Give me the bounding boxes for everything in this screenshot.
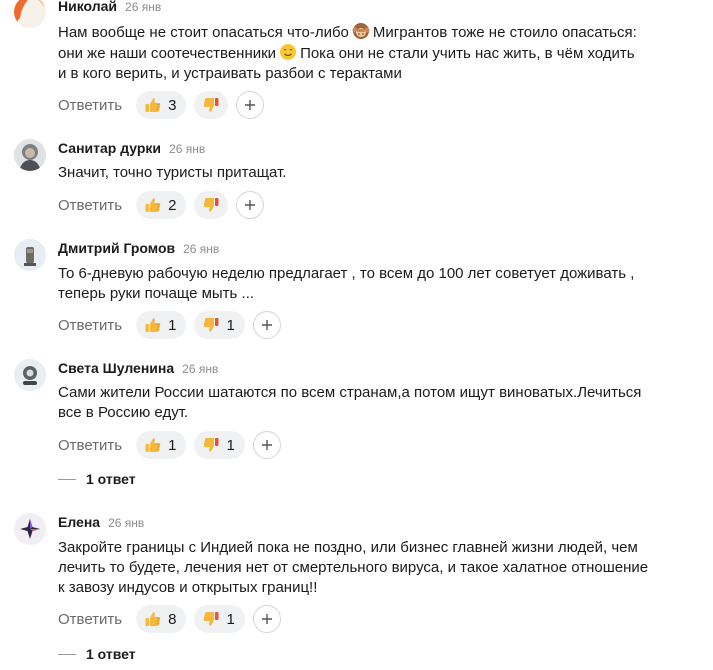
comment-text: Закройте границы с Индией пока не поздно…	[58, 538, 708, 598]
text-segment: теперь руки почаще мыть ...	[58, 285, 255, 302]
comment-date: 26 янв	[125, 0, 162, 14]
reply-button[interactable]: Ответить	[58, 97, 122, 114]
reply-button[interactable]: Ответить	[58, 197, 122, 214]
text-segment: Сами жители России шатаются по всем стра…	[58, 384, 642, 401]
reply-button[interactable]: Ответить	[58, 611, 122, 628]
avatar[interactable]	[14, 513, 46, 545]
dislike-button[interactable]	[194, 191, 229, 219]
thumbs-down-icon	[204, 98, 219, 112]
plus-icon	[261, 440, 272, 450]
plus-icon	[245, 200, 256, 210]
text-segment: и в кого верить, и устраивать разбои с т…	[58, 65, 402, 82]
dislike-button[interactable]: 1	[194, 311, 245, 339]
thumbs-up-icon	[145, 438, 161, 452]
add-reaction-button[interactable]	[252, 311, 281, 339]
comment-date: 26 янв	[183, 242, 220, 256]
text-segment: они же наши соотечественники	[58, 45, 277, 62]
thumbs-up-icon	[145, 198, 161, 212]
add-reaction-button[interactable]	[252, 605, 281, 633]
comment-date: 26 янв	[169, 142, 206, 156]
author-line: Света Шуленина 26 янв	[58, 360, 218, 380]
replies-toggle[interactable]: 1 ответ	[58, 644, 136, 664]
add-reaction-button[interactable]	[236, 191, 265, 219]
author-name[interactable]: Елена	[58, 514, 100, 530]
avatar[interactable]	[14, 239, 46, 271]
plus-icon	[261, 614, 272, 624]
thumbs-down-icon	[204, 438, 219, 452]
like-button[interactable]: 2	[136, 191, 187, 219]
text-segment: Закройте границы с Индией пока не поздно…	[58, 539, 638, 556]
like-count: 1	[168, 436, 177, 454]
dislike-count: 1	[226, 610, 235, 628]
thumbs-up-icon	[145, 98, 161, 112]
reply-button[interactable]: Ответить	[58, 317, 122, 334]
comment-actions: Ответить 2	[58, 191, 265, 219]
text-segment: лечить то будете, лечения нет от смертел…	[58, 559, 649, 576]
author-line: Николай 26 янв	[58, 0, 161, 18]
dislike-count: 1	[226, 436, 235, 454]
like-count: 2	[168, 196, 177, 214]
dislike-count: 1	[226, 316, 235, 334]
replies-dash	[58, 653, 76, 655]
author-name[interactable]: Света Шуленина	[58, 360, 174, 376]
avatar-image	[14, 139, 46, 171]
replies-count: 1 ответ	[86, 646, 136, 662]
reply-button[interactable]: Ответить	[58, 437, 122, 454]
thumbs-up-icon	[145, 612, 161, 626]
plus-icon	[245, 100, 256, 110]
like-count: 3	[168, 96, 177, 114]
thumbs-up-icon	[145, 318, 161, 332]
text-segment: Значит, точно туристы притащат.	[58, 164, 287, 181]
author-line: Елена 26 янв	[58, 514, 144, 534]
like-button[interactable]: 1	[136, 431, 187, 459]
comment-actions: Ответить 8 1	[58, 605, 281, 633]
like-button[interactable]: 8	[136, 605, 187, 633]
add-reaction-button[interactable]	[236, 91, 265, 119]
avatar-image	[14, 239, 46, 271]
comment-date: 26 янв	[182, 362, 219, 376]
like-button[interactable]: 3	[136, 91, 187, 119]
plus-icon	[261, 320, 272, 330]
avatar-image	[14, 0, 46, 28]
thumbs-down-icon	[204, 612, 219, 626]
avatar-image	[14, 359, 46, 391]
author-name[interactable]: Николай	[58, 0, 117, 14]
replies-toggle[interactable]: 1 ответ	[58, 469, 136, 489]
text-segment: Пока они не стали учить нас жить, в чём …	[300, 45, 635, 62]
like-count: 1	[168, 316, 177, 334]
add-reaction-button[interactable]	[252, 431, 281, 459]
author-name[interactable]: Санитар дурки	[58, 140, 161, 156]
monkey-emoji-icon	[352, 22, 370, 40]
comment-text: Значит, точно туристы притащат.	[58, 163, 708, 183]
comment-text: То 6-дневую рабочую неделю предлагает , …	[58, 264, 708, 304]
replies-dash	[58, 478, 76, 480]
avatar[interactable]	[14, 359, 46, 391]
comment-actions: Ответить 1 1	[58, 431, 281, 459]
comment-text: Сами жители России шатаются по всем стра…	[58, 383, 708, 423]
text-segment: Нам вообще не стоит опасаться что-либо	[58, 24, 349, 41]
dislike-button[interactable]	[194, 91, 229, 119]
avatar-image	[14, 513, 46, 545]
author-line: Санитар дурки 26 янв	[58, 140, 205, 160]
comment-actions: Ответить 1 1	[58, 311, 281, 339]
thumbs-down-icon	[204, 318, 219, 332]
thumbs-down-icon	[204, 198, 219, 212]
like-count: 8	[168, 610, 177, 628]
like-button[interactable]: 1	[136, 311, 187, 339]
text-segment: Мигрантов тоже не стоило опасаться:	[372, 24, 637, 41]
text-segment: То 6-дневую рабочую неделю предлагает , …	[58, 265, 635, 282]
comment-actions: Ответить 3	[58, 91, 265, 119]
comment-text: Нам вообще не стоит опасаться что-либо Ми…	[58, 22, 708, 84]
text-segment: к завозу индусов и открытых границ!!	[58, 579, 318, 596]
dislike-button[interactable]: 1	[194, 431, 245, 459]
text-segment: все в Россию едут.	[58, 404, 189, 421]
smile-emoji-icon	[279, 43, 297, 61]
comment-date: 26 янв	[108, 516, 145, 530]
author-line: Дмитрий Громов 26 янв	[58, 240, 219, 260]
avatar[interactable]	[14, 0, 46, 28]
author-name[interactable]: Дмитрий Громов	[58, 240, 175, 256]
avatar[interactable]	[14, 139, 46, 171]
dislike-button[interactable]: 1	[194, 605, 245, 633]
replies-count: 1 ответ	[86, 471, 136, 487]
